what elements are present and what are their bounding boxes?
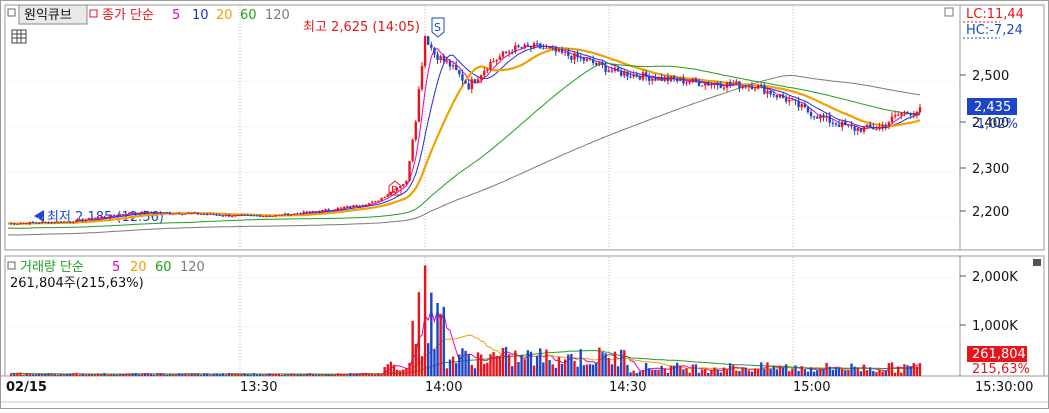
chart-frame — [0, 0, 1049, 409]
stock-chart: 원익큐브 종가 단순 5 10 20 60 120 최고 2,625 (14:0… — [0, 0, 1049, 409]
